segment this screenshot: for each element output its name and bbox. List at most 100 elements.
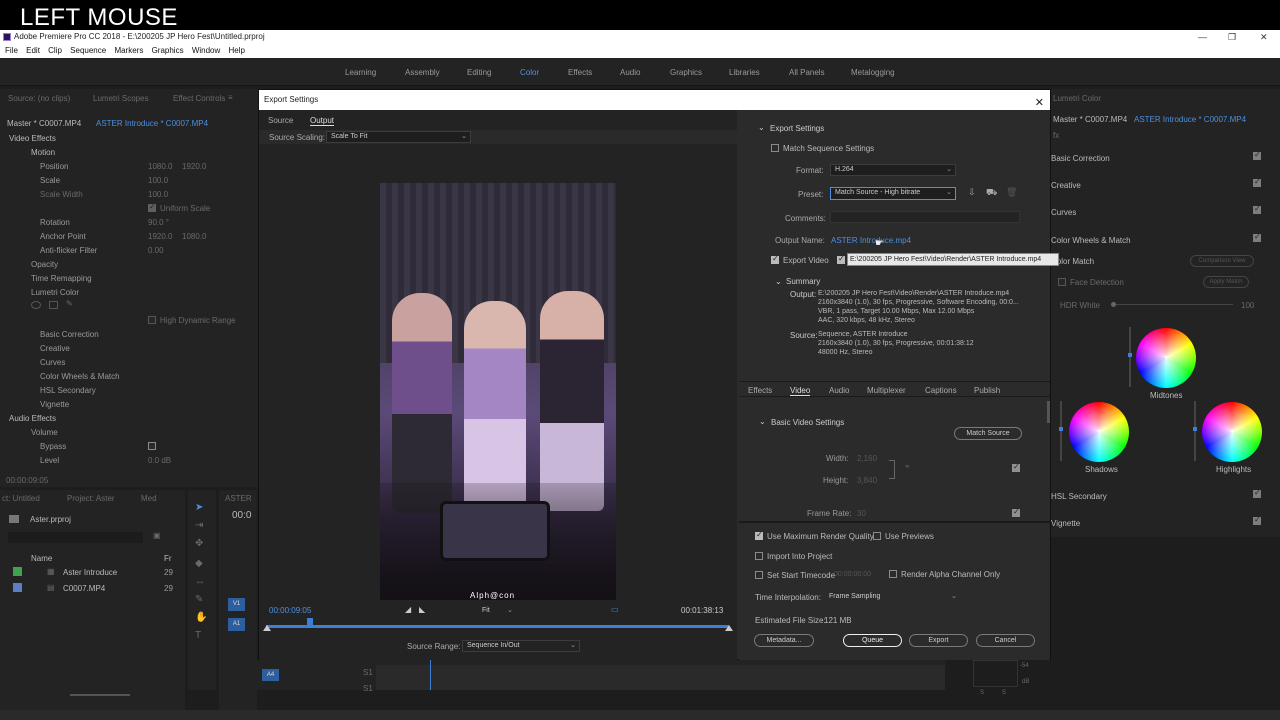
start-tc-checkbox[interactable] [755,571,763,579]
tab-effects[interactable]: Effects [748,386,772,395]
cwm-section[interactable]: Color Wheels & Match [1051,236,1131,245]
format-select[interactable]: H.264 ⌄ [830,164,956,176]
import-project-checkbox[interactable] [755,552,763,560]
basic-correction-section[interactable]: Basic Correction [1051,154,1110,163]
menu-window[interactable]: Window [192,44,220,58]
creative-toggle[interactable] [1253,177,1261,187]
tab-publish[interactable]: Publish [974,386,1000,395]
vignette-section[interactable]: Vignette [1051,519,1080,528]
creative-section[interactable]: Creative [1051,181,1081,190]
bypass-checkbox[interactable] [148,442,156,450]
hdr-white-handle[interactable] [1111,302,1116,307]
export-settings-section[interactable]: Export Settings [770,124,824,133]
scale-value[interactable]: 100.0 [148,176,168,185]
basic-correction-toggle[interactable] [1253,150,1261,160]
track-select-icon[interactable]: ⇥ [195,520,203,531]
chain-link-icon[interactable]: ⚭ [904,462,911,471]
queue-button[interactable]: Queue [843,634,902,647]
scale-width-value[interactable]: 100.0 [148,190,168,199]
summary-section[interactable]: Summary [786,277,820,286]
workspace-audio[interactable]: Audio [620,68,640,77]
output-name-link[interactable]: ASTER Introduce.mp4 [831,236,911,245]
track-v1[interactable]: V1 [228,598,245,611]
position-y[interactable]: 1920.0 [182,162,206,171]
mark-out-icon[interactable]: ◣ [419,605,425,614]
rectangle-mask-icon[interactable] [49,301,58,309]
height-value[interactable]: 3,840 [857,476,877,485]
volume-label[interactable]: Volume [31,428,58,437]
col-name[interactable]: Name [31,554,52,563]
hsl-toggle[interactable] [1253,488,1261,498]
tab-captions[interactable]: Captions [925,386,957,395]
menu-clip[interactable]: Clip [48,44,62,58]
curves-toggle[interactable] [1253,204,1261,214]
workspace-graphics[interactable]: Graphics [670,68,702,77]
project-search-input[interactable] [8,532,143,543]
menu-sequence[interactable]: Sequence [70,44,106,58]
preset-select[interactable]: Match Source - High bitrate ⌄ [830,187,956,200]
level-value[interactable]: 0.0 dB [148,456,171,465]
cancel-button[interactable]: Cancel [976,634,1035,647]
solo-left[interactable]: S [980,690,984,696]
fx-icon[interactable]: fx [1053,131,1059,140]
hdr-checkbox[interactable] [148,316,156,324]
tab-video[interactable]: Video [790,386,811,396]
export-settings-section-icon[interactable]: ⌄ [758,123,765,132]
basic-video-section[interactable]: Basic Video Settings [771,418,844,427]
vignette-toggle[interactable] [1253,515,1261,525]
tab-source-preview[interactable]: Source [268,116,293,125]
anchor-y[interactable]: 1080.0 [182,232,206,241]
frame-rate-match-checkbox[interactable] [1012,507,1020,517]
track-a4[interactable]: A4 [262,669,279,681]
playhead[interactable] [430,660,431,690]
shadows-slider[interactable] [1059,401,1063,461]
summary-icon[interactable]: ⌄ [775,277,782,286]
motion-label[interactable]: Motion [31,148,55,157]
range-bar[interactable] [266,625,729,628]
workspace-libraries[interactable]: Libraries [729,68,760,77]
cwm-label[interactable]: Color Wheels & Match [40,372,120,381]
tab-untitled[interactable]: ct: Untitled [2,494,40,503]
lumetri-master[interactable]: Master * C0007.MP4 [1053,115,1127,124]
hdr-white-slider[interactable] [1113,304,1233,305]
type-tool-icon[interactable]: T [195,630,201,641]
fit-select[interactable]: Fit ⌄ [477,605,517,617]
width-value[interactable]: 2,160 [857,454,877,463]
highlights-wheel[interactable]: + [1202,402,1262,462]
source-scaling-select[interactable]: Scale To Fit ⌄ [326,131,471,143]
metadata-button[interactable]: Metadata... [754,634,814,647]
bin-icon[interactable]: ▣ [153,531,161,540]
highlights-slider[interactable] [1193,401,1197,461]
import-preset-icon[interactable]: ⛟ [986,187,997,199]
opacity-label[interactable]: Opacity [31,260,58,269]
hand-tool-icon[interactable]: ✋ [195,612,207,623]
menu-file[interactable]: File [5,44,18,58]
export-video-checkbox[interactable] [771,254,779,264]
clip-master[interactable]: Master * C0007.MP4 [7,119,81,128]
curves-section[interactable]: Curves [1051,208,1076,217]
tab-source[interactable]: Source: (no clips) [8,94,70,103]
clip-sequence[interactable]: ASTER Introduce * C0007.MP4 [96,119,208,128]
tab-media[interactable]: Med [141,494,157,503]
minimize-icon[interactable]: — [1198,30,1207,44]
timeline-track-lane[interactable] [376,665,945,690]
razor-tool-icon[interactable]: ◆ [195,558,203,569]
time-interp-select[interactable]: Frame Sampling ⌄ [824,591,961,603]
match-sequence-checkbox[interactable] [771,144,779,152]
tab-effect-controls[interactable]: Effect Controls [173,94,225,103]
render-alpha-checkbox[interactable] [889,570,897,578]
start-tc-value[interactable]: 00:00:00:00 [834,571,871,578]
basic-video-icon[interactable]: ⌄ [759,417,766,426]
pen-mask-icon[interactable]: ✎ [66,299,73,308]
anchor-x[interactable]: 1920.0 [148,232,172,241]
source-range-select[interactable]: Sequence In/Out ⌄ [462,640,580,652]
tab-lumetri-color[interactable]: Lumetri Color [1053,94,1101,103]
panel-menu-icon[interactable]: ≡ [228,93,233,102]
apply-match-button[interactable]: Apply Match [1203,276,1249,288]
midtones-wheel[interactable]: + [1136,328,1196,388]
tab-audio[interactable]: Audio [829,386,849,395]
frame-rate-value[interactable]: 30 [857,509,866,518]
width-height-match-checkbox[interactable] [1012,462,1020,472]
save-preset-icon[interactable]: ⇩ [968,187,976,198]
maximize-icon[interactable]: ❐ [1228,30,1236,44]
